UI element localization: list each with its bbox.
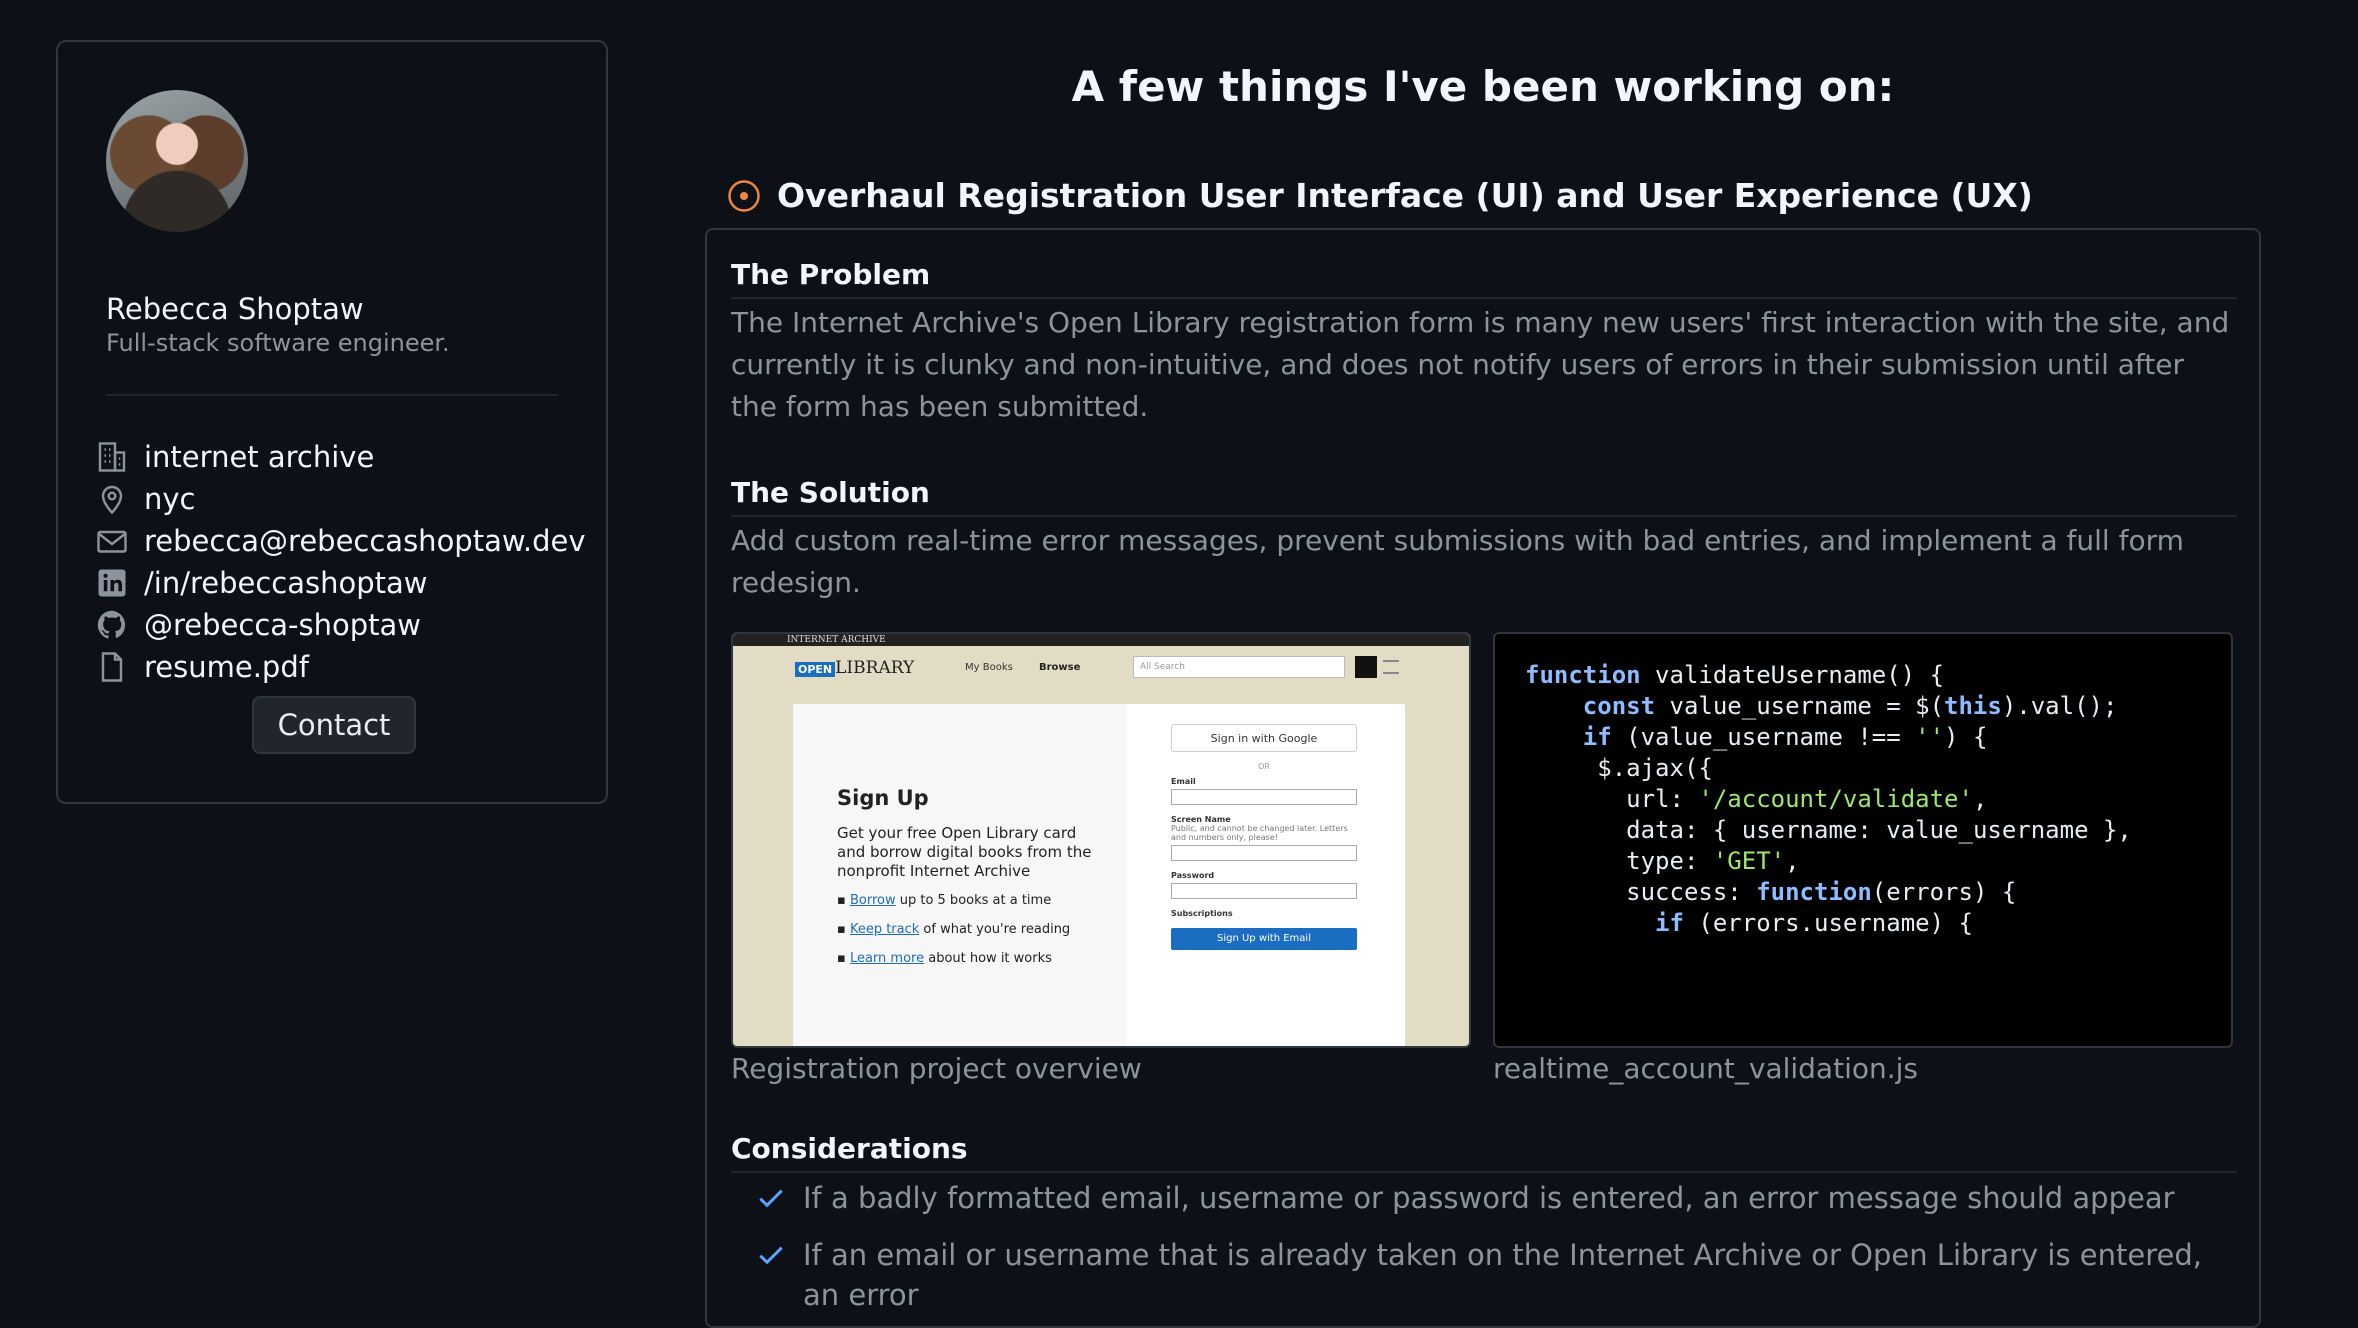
profile-card: Rebecca Shoptaw Full-stack software engi… <box>56 40 608 804</box>
github-link[interactable]: @rebecca-shoptaw <box>144 608 421 642</box>
ol-signup-panel: Sign Up Get your free Open Library card … <box>793 704 1405 1046</box>
email-link[interactable]: rebecca@rebeccashoptaw.dev <box>144 524 586 558</box>
code-lines: function validateUsername() { const valu… <box>1525 660 2231 939</box>
info-item-location: nyc <box>94 478 586 520</box>
info-item-github[interactable]: @rebecca-shoptaw <box>94 604 586 646</box>
resume-link[interactable]: resume.pdf <box>144 650 309 684</box>
info-location-text: nyc <box>144 482 196 516</box>
list-item: If an email or username that is already … <box>731 1235 2231 1312</box>
avatar <box>106 90 248 232</box>
check-icon <box>759 1246 783 1265</box>
ol-screenname-hint: Public, and cannot be changed later. Let… <box>1171 824 1348 842</box>
code-line: function validateUsername() { <box>1525 661 1945 689</box>
ol-screenname-field <box>1171 845 1357 861</box>
solution-heading: The Solution <box>731 476 2237 517</box>
ol-google-button: Sign in with Google <box>1171 724 1357 752</box>
code-line: success: function(errors) { <box>1626 878 2017 906</box>
ol-benefit: ▪ Borrow up to 5 books at a time <box>837 893 1052 908</box>
info-item-linkedin[interactable]: /in/rebeccashoptaw <box>94 562 586 604</box>
ol-signup-text: Get your free Open Library card and borr… <box>837 824 1092 880</box>
ol-email-field <box>1171 789 1357 805</box>
code-line: url: '/account/validate', <box>1626 785 1988 813</box>
ol-menu-icon <box>1383 660 1399 674</box>
contact-button[interactable]: Contact <box>252 696 416 754</box>
ol-signup-intro: Sign Up Get your free Open Library card … <box>793 704 1127 1046</box>
mail-icon <box>97 530 127 553</box>
info-company-text: internet archive <box>144 440 375 474</box>
ol-signup-button: Sign Up with Email <box>1171 928 1357 950</box>
image-caption: Registration project overview <box>731 1052 1142 1085</box>
ol-password-field <box>1171 883 1357 899</box>
code-line: $.ajax({ <box>1597 754 1713 782</box>
ol-nav-mybooks: My Books <box>965 662 1013 673</box>
considerations-heading: Considerations <box>731 1132 2237 1173</box>
ol-signup-form: Sign in with Google OR Email Screen Name… <box>1171 724 1357 950</box>
code-line: const value_username = $(this).val(); <box>1582 692 2118 720</box>
code-snippet[interactable]: function validateUsername() { const valu… <box>1493 632 2233 1048</box>
problem-text: The Internet Archive's Open Library regi… <box>731 306 2230 423</box>
profile-tagline: Full-stack software engineer. <box>106 329 450 357</box>
consideration-text: If an email or username that is already … <box>803 1238 2202 1312</box>
solution-text: Add custom real-time error messages, pre… <box>731 524 2184 599</box>
problem-heading: The Problem <box>731 258 2237 299</box>
code-line: if (errors.username) { <box>1655 909 1973 937</box>
info-item-email[interactable]: rebecca@rebeccashoptaw.dev <box>94 520 586 562</box>
registration-screenshot[interactable]: INTERNET ARCHIVE OPEN LIBRARY My Books Br… <box>731 632 1471 1048</box>
github-icon <box>97 610 126 639</box>
ol-benefit: ▪ Keep track of what you're reading <box>837 922 1071 937</box>
ol-screenname-label: Screen Name <box>1171 815 1231 824</box>
profile-name: Rebecca Shoptaw <box>106 292 364 326</box>
ol-user-icon <box>1355 656 1377 678</box>
info-list: internet archive nyc rebecca@rebeccashop… <box>94 436 586 688</box>
info-item-resume[interactable]: resume.pdf <box>94 646 586 688</box>
code-line: type: 'GET', <box>1626 847 1800 875</box>
ol-or: OR <box>1258 762 1270 771</box>
code-caption: realtime_account_validation.js <box>1493 1052 1918 1085</box>
project-summary-toggle[interactable]: Overhaul Registration User Interface (UI… <box>727 176 2033 215</box>
divider <box>106 394 558 396</box>
location-pin-icon <box>101 485 123 515</box>
ol-signup-title: Sign Up <box>837 786 929 810</box>
page-title: A few things I've been working on: <box>1071 62 1895 111</box>
project-details: The Problem The Internet Archive's Open … <box>705 228 2261 1328</box>
ol-header: OPEN LIBRARY My Books Browse All Search <box>733 646 1469 686</box>
building-icon <box>98 442 126 472</box>
file-icon <box>101 652 123 682</box>
code-line: data: { username: value_username }, <box>1626 816 2132 844</box>
linkedin-icon <box>98 569 126 597</box>
considerations-list: If a badly formatted email, username or … <box>731 1178 2231 1312</box>
ol-email-label: Email <box>1171 777 1196 786</box>
linkedin-link[interactable]: /in/rebeccashoptaw <box>144 566 428 600</box>
ia-topbar: INTERNET ARCHIVE <box>733 634 1469 646</box>
check-icon <box>759 1189 783 1208</box>
ol-logo: OPEN LIBRARY <box>795 658 914 678</box>
ol-benefit: ▪ Learn more about how it works <box>837 951 1052 966</box>
ol-password-label: Password <box>1171 871 1215 880</box>
consideration-text: If a badly formatted email, username or … <box>803 1181 2175 1215</box>
radio-indicator-icon <box>728 179 760 212</box>
list-item: If a badly formatted email, username or … <box>731 1178 2231 1235</box>
project-title: Overhaul Registration User Interface (UI… <box>777 176 2033 215</box>
code-line: if (value_username !== '') { <box>1582 723 1988 751</box>
info-item-company: internet archive <box>94 436 586 478</box>
ol-subscriptions-label: Subscriptions <box>1171 909 1233 918</box>
ol-search: All Search <box>1133 656 1345 678</box>
ol-nav-browse: Browse <box>1039 662 1081 673</box>
